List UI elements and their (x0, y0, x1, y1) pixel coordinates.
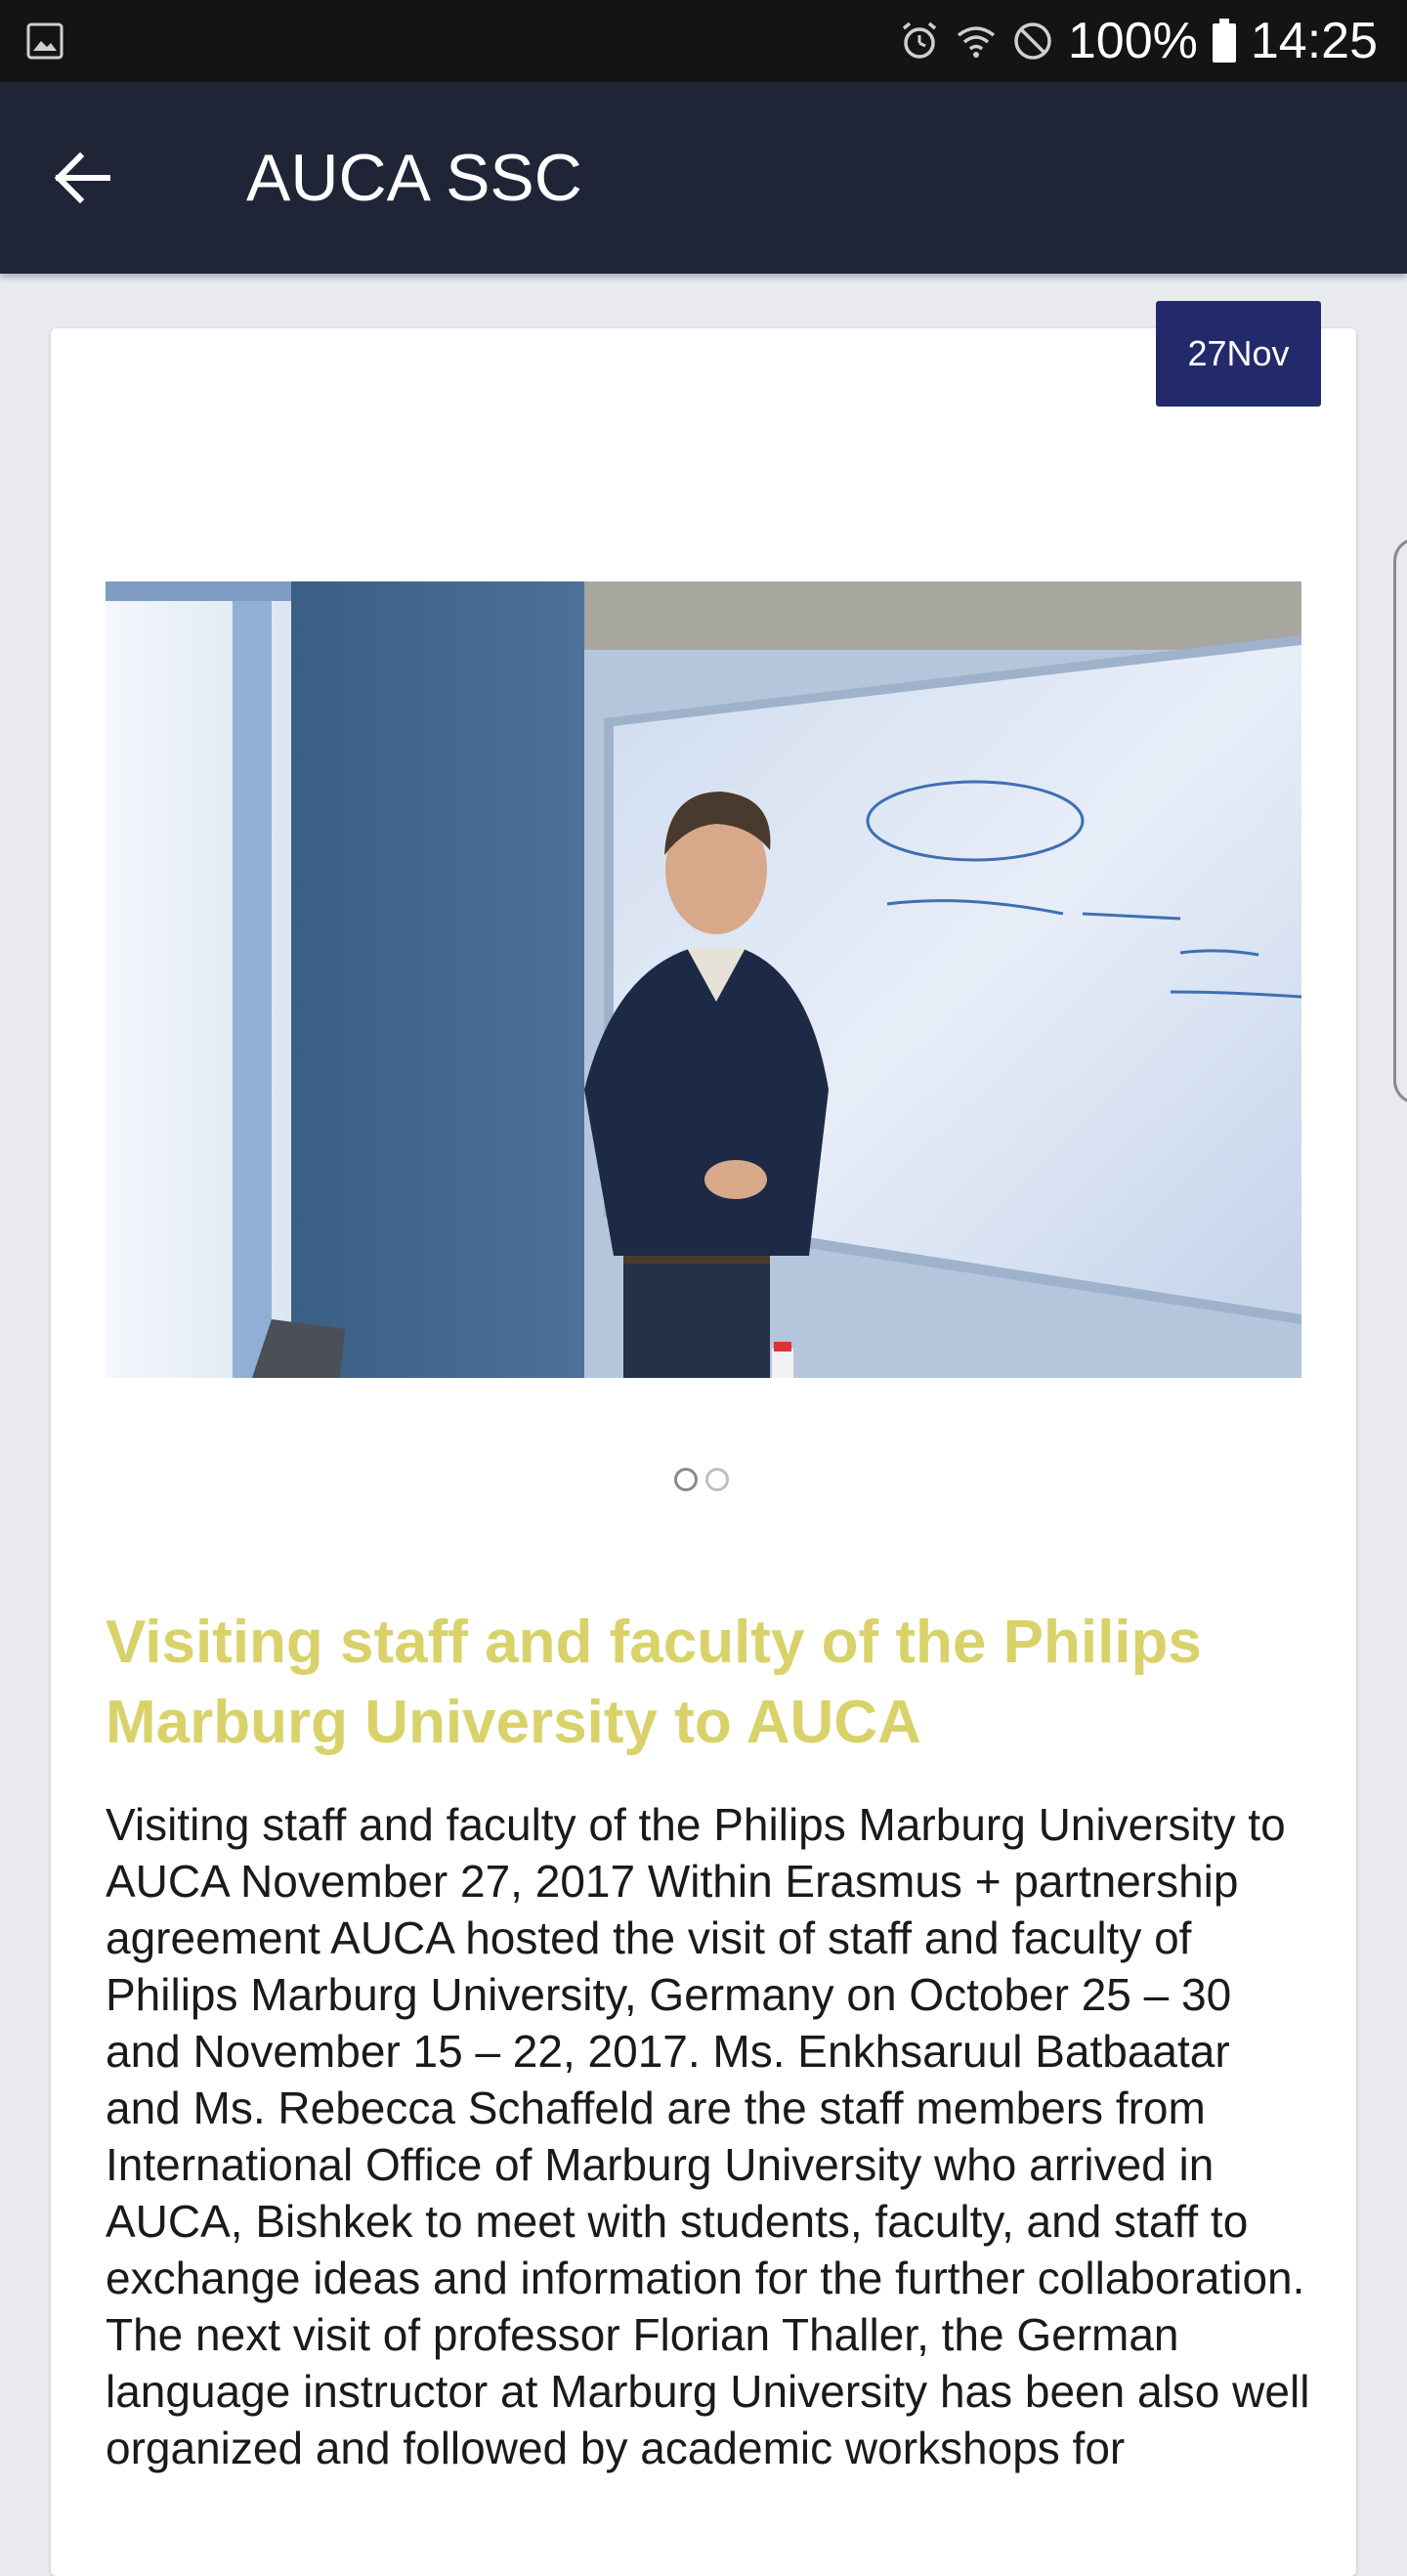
do-not-disturb-icon (1014, 22, 1051, 60)
article-headline[interactable]: Visiting staff and faculty of the Philip… (106, 1603, 1327, 1763)
page-title: AUCA SSC (246, 141, 582, 215)
alarm-icon (902, 21, 936, 59)
battery-icon (1212, 19, 1236, 63)
wifi-icon (957, 26, 995, 58)
status-icons: 100% 14:25 (898, 0, 1378, 82)
image-notification-icon (26, 22, 64, 60)
status-bar: 100% 14:25 (0, 0, 1407, 82)
article-body: Visiting staff and faculty of the Philip… (106, 1799, 1310, 2473)
carousel-dot-2[interactable] (705, 1468, 729, 1491)
carousel-dot-1[interactable] (674, 1468, 698, 1491)
clock: 14:25 (1250, 13, 1378, 69)
classroom-photo-image (106, 581, 1301, 1378)
date-badge: 27Nov (1156, 301, 1321, 407)
arrow-left-icon (54, 151, 110, 204)
app-bar: AUCA SSC (0, 82, 1407, 274)
edge-panel-handle[interactable] (1393, 537, 1407, 1104)
back-button[interactable] (43, 139, 121, 217)
battery-percentage: 100% (1067, 13, 1198, 69)
carousel-indicator (674, 1468, 729, 1491)
article-photo[interactable] (106, 581, 1301, 1378)
